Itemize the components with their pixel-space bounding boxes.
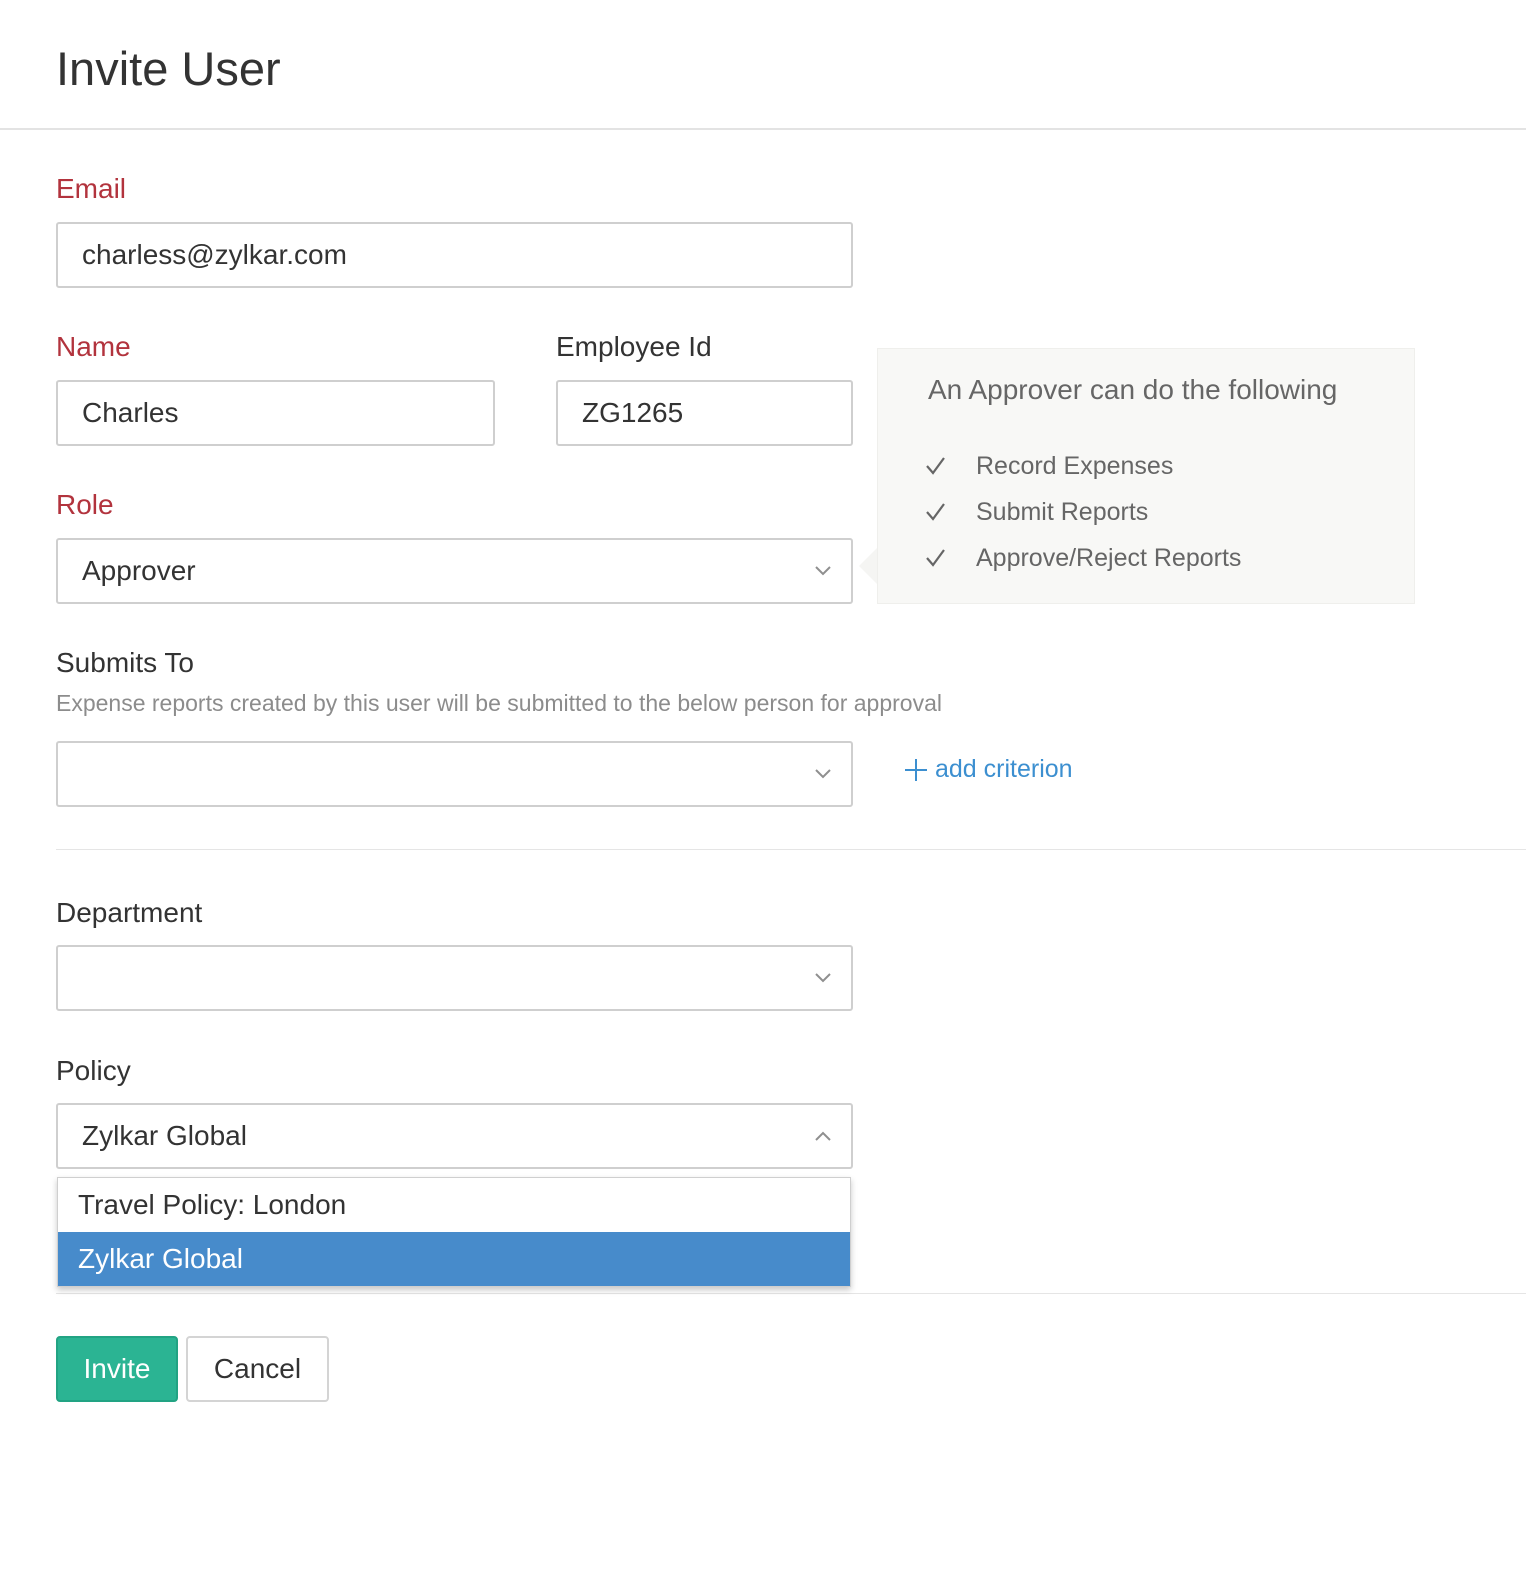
submits-to-label: Submits To xyxy=(56,647,194,678)
add-criterion-label: add criterion xyxy=(935,755,1073,783)
permission-label: Approve/Reject Reports xyxy=(976,543,1242,572)
chevron-down-icon xyxy=(815,973,831,983)
role-select[interactable]: Approver xyxy=(56,538,853,604)
employee-id-value: ZG1265 xyxy=(582,397,684,428)
name-field[interactable]: Charles xyxy=(56,380,495,446)
invite-button[interactable]: Invite xyxy=(56,1336,178,1402)
list-item: Submit Reports xyxy=(924,489,1241,535)
submits-to-hint: Expense reports created by this user wil… xyxy=(56,690,942,716)
check-icon xyxy=(926,457,945,475)
name-value: Charles xyxy=(82,397,179,428)
email-label: Email xyxy=(56,173,127,204)
permission-label: Submit Reports xyxy=(976,497,1149,526)
role-permission-list: Record Expenses Submit Reports Approve/R… xyxy=(924,443,1241,581)
permission-label: Record Expenses xyxy=(976,451,1174,480)
policy-option-travel-london[interactable]: Travel Policy: London xyxy=(58,1178,850,1232)
chevron-down-icon xyxy=(815,566,831,576)
employee-id-label: Employee Id xyxy=(556,331,712,362)
employee-id-field[interactable]: ZG1265 xyxy=(556,380,853,446)
header-divider xyxy=(0,128,1526,130)
list-item: Approve/Reject Reports xyxy=(924,535,1241,581)
role-info-panel: An Approver can do the following Record … xyxy=(877,348,1415,604)
role-value: Approver xyxy=(82,555,196,586)
department-label: Department xyxy=(56,897,203,928)
submits-to-select[interactable] xyxy=(56,741,853,807)
department-select[interactable] xyxy=(56,945,853,1011)
section-divider xyxy=(56,1293,1526,1294)
section-divider xyxy=(56,849,1526,850)
plus-icon xyxy=(905,758,927,781)
role-label: Role xyxy=(56,489,114,520)
name-label: Name xyxy=(56,331,131,362)
email-value: charless@zylkar.com xyxy=(82,239,347,270)
list-item: Record Expenses xyxy=(924,443,1241,489)
role-info-title: An Approver can do the following xyxy=(928,374,1338,405)
policy-value: Zylkar Global xyxy=(82,1120,247,1151)
policy-option-zylkar-global[interactable]: Zylkar Global xyxy=(58,1232,850,1286)
policy-label: Policy xyxy=(56,1055,131,1086)
info-panel-pointer xyxy=(859,548,877,584)
chevron-up-icon xyxy=(815,1131,831,1141)
check-icon xyxy=(926,503,945,521)
check-icon xyxy=(926,549,945,567)
policy-dropdown-menu: Travel Policy: London Zylkar Global xyxy=(57,1177,851,1287)
chevron-down-icon xyxy=(815,769,831,779)
cancel-button[interactable]: Cancel xyxy=(186,1336,329,1402)
add-criterion-link[interactable]: add criterion xyxy=(903,755,1073,784)
email-field[interactable]: charless@zylkar.com xyxy=(56,222,853,288)
page-title: Invite User xyxy=(56,42,281,95)
policy-select[interactable]: Zylkar Global xyxy=(56,1103,853,1169)
